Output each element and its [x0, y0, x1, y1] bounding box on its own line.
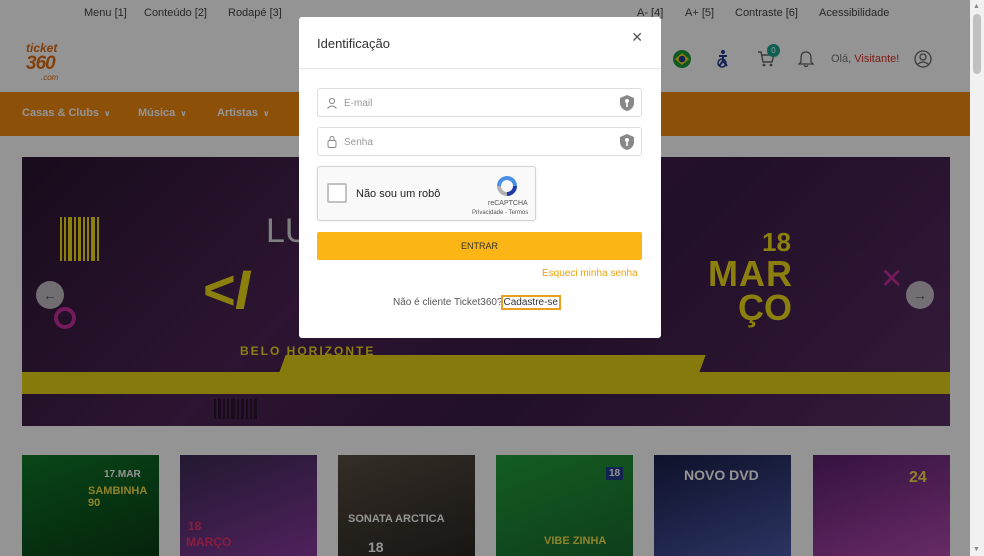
- scroll-up-icon[interactable]: ▲: [973, 3, 980, 10]
- lock-icon: [326, 135, 338, 153]
- scrollbar-thumb[interactable]: [973, 14, 981, 74]
- login-button[interactable]: ENTRAR: [317, 232, 642, 260]
- register-link[interactable]: Cadastre-se: [500, 295, 562, 310]
- email-field[interactable]: [317, 88, 642, 117]
- password-input[interactable]: [344, 133, 604, 151]
- close-icon[interactable]: ✕: [631, 29, 643, 46]
- forgot-password-link[interactable]: Esqueci minha senha: [542, 268, 638, 279]
- recaptcha-checkbox[interactable]: [327, 183, 347, 203]
- password-manager-key-icon[interactable]: [619, 94, 635, 112]
- user-icon: [326, 96, 338, 114]
- register-prompt: Não é cliente Ticket360?Cadastre-se: [393, 295, 562, 310]
- scroll-down-icon[interactable]: ▼: [973, 546, 980, 553]
- recaptcha-brand: reCAPTCHA: [488, 200, 528, 207]
- password-field[interactable]: [317, 127, 642, 156]
- recaptcha-label: Não sou um robô: [356, 188, 441, 200]
- modal-title: Identificação: [317, 36, 390, 51]
- modal-header: Identificação ✕: [299, 17, 661, 69]
- page-scrollbar[interactable]: ▲ ▼: [970, 0, 984, 556]
- password-manager-key-icon[interactable]: [619, 133, 635, 151]
- recaptcha-widget: Não sou um robô reCAPTCHA Privacidade - …: [317, 166, 536, 221]
- email-input[interactable]: [344, 94, 604, 112]
- recaptcha-icon: [495, 174, 519, 203]
- recaptcha-terms-link[interactable]: Privacidade - Termos: [472, 210, 528, 216]
